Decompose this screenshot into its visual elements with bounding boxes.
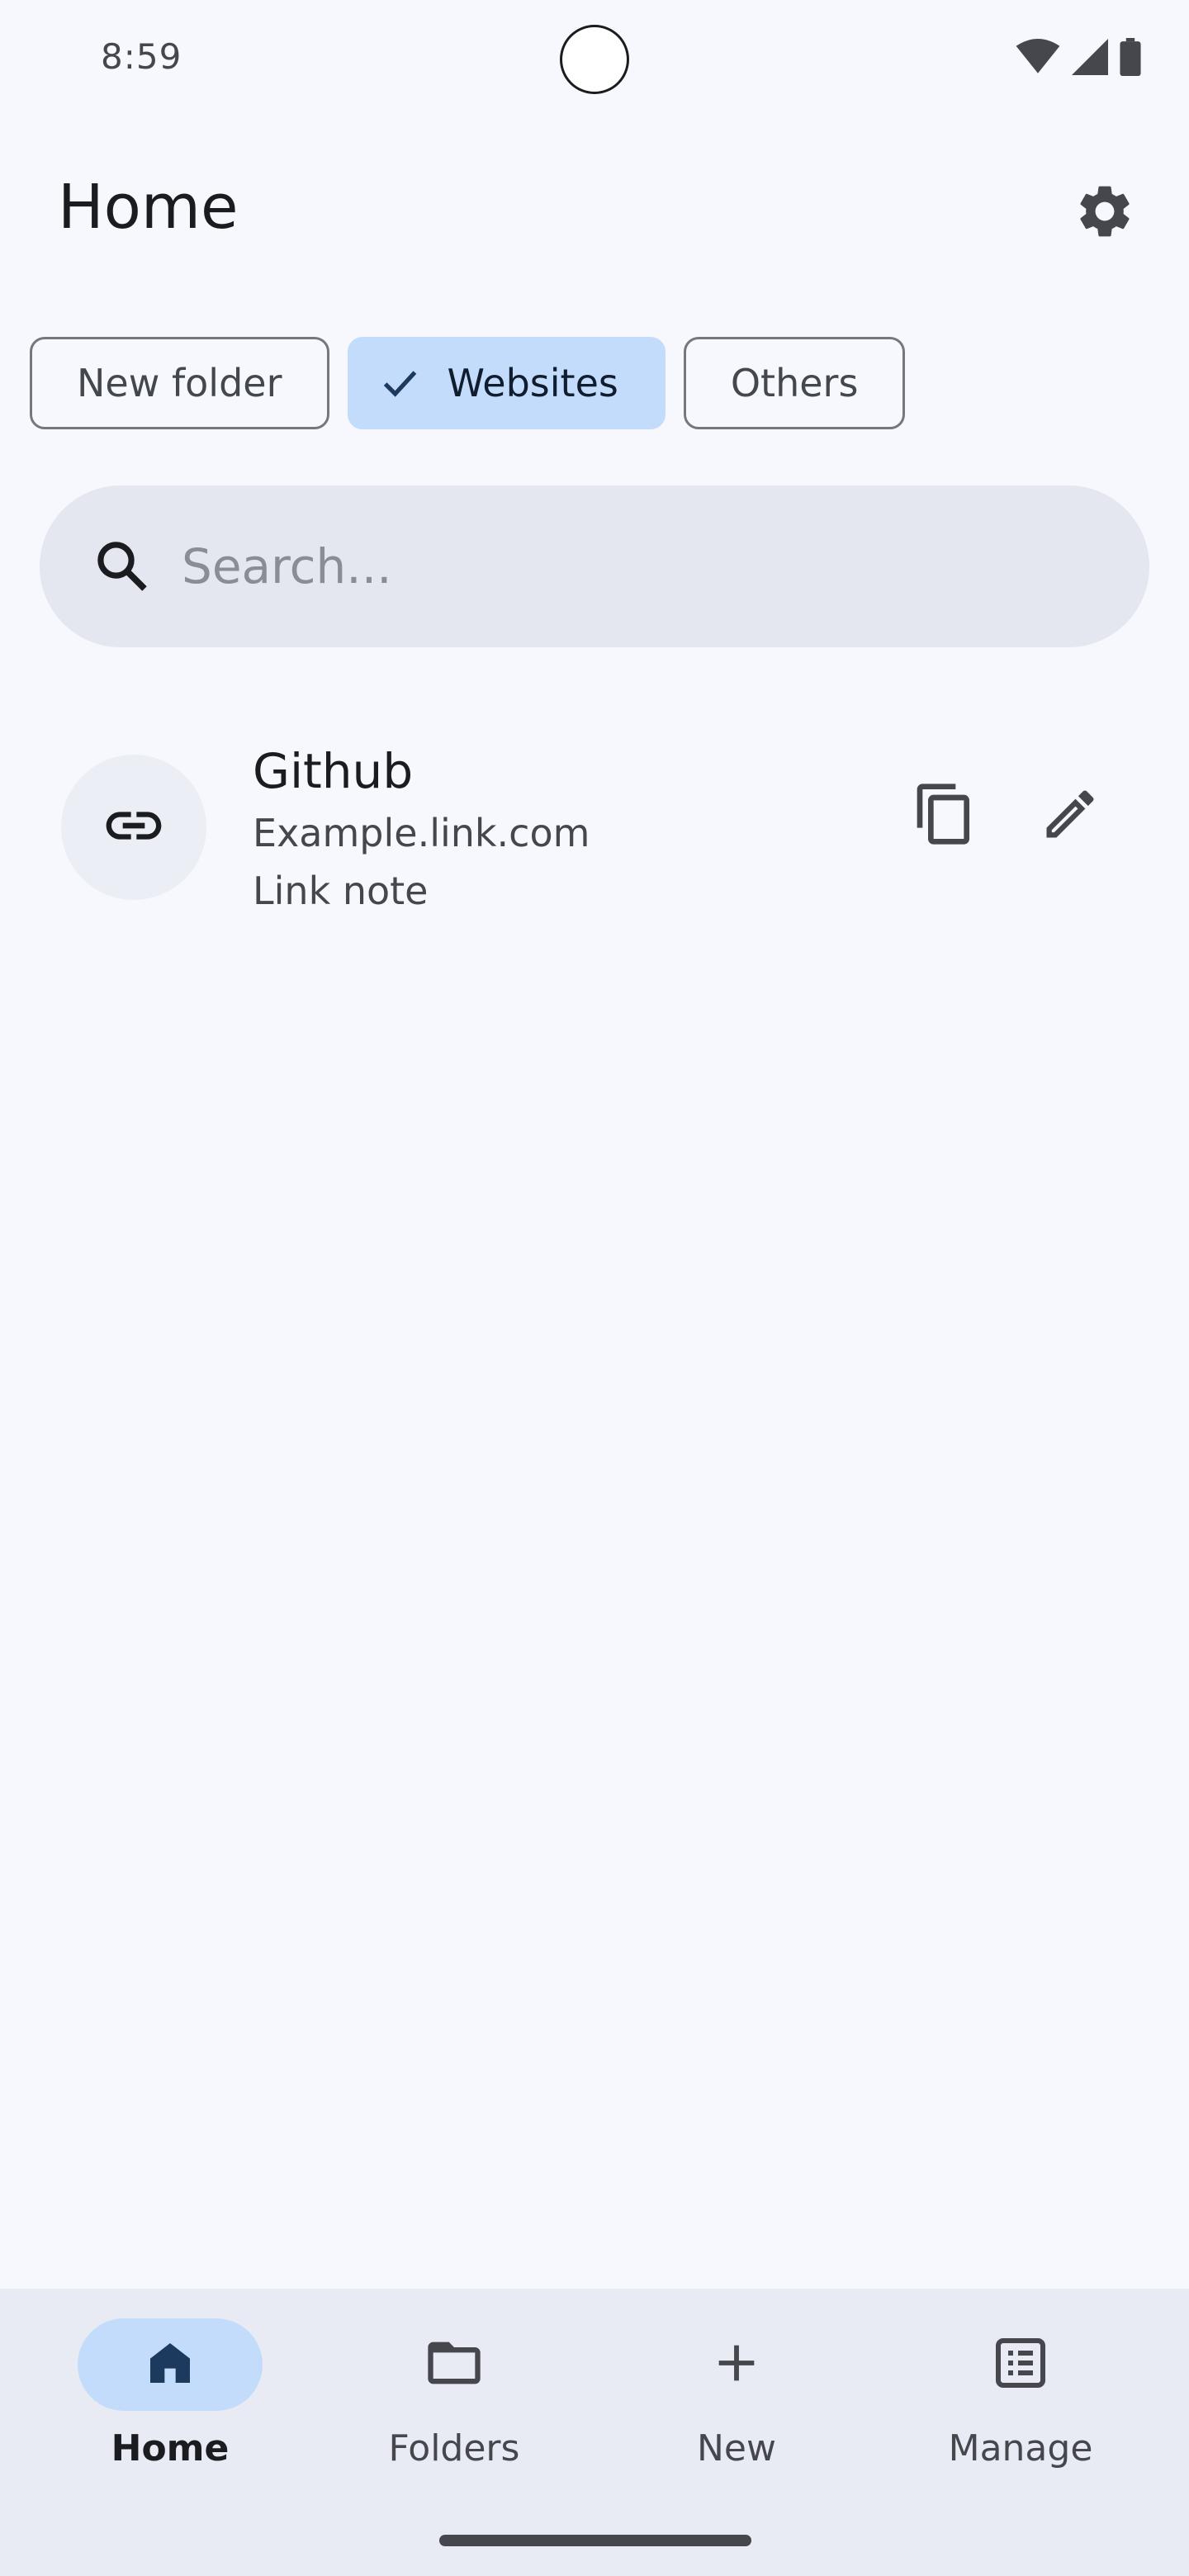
nav-label: Folders [388, 2427, 520, 2469]
home-icon [144, 2337, 197, 2393]
folder-icon [423, 2332, 486, 2398]
wifi-icon [1016, 39, 1060, 75]
nav-item-new[interactable]: New [613, 2318, 860, 2469]
check-icon [378, 360, 424, 406]
copy-button[interactable] [907, 778, 983, 854]
search-bar[interactable] [40, 485, 1149, 647]
pencil-icon [1039, 783, 1101, 849]
battery-icon [1120, 38, 1141, 76]
copy-icon [912, 781, 978, 850]
link-note: Link note [253, 869, 429, 913]
nav-indicator [362, 2318, 547, 2411]
nav-label: New [697, 2427, 776, 2469]
chip-websites[interactable]: Websites [347, 337, 666, 429]
nav-item-folders[interactable]: Folders [330, 2318, 578, 2469]
screen: 8:59 Home New folder Websites Others Sea… [0, 0, 1189, 2576]
link-title: Github [253, 743, 414, 799]
gear-icon [1073, 180, 1136, 246]
search-icon [92, 533, 159, 599]
nav-item-home[interactable]: Home [46, 2318, 294, 2469]
list-item[interactable]: Github Example.link.com Link note [0, 727, 1189, 925]
status-icons [1016, 38, 1141, 76]
nav-label: Manage [948, 2427, 1093, 2469]
search-input[interactable] [182, 538, 1007, 594]
link-avatar [61, 755, 206, 900]
nav-indicator [78, 2318, 263, 2411]
bottom-navigation: Home Folders New Manage [0, 2289, 1189, 2576]
camera-cutout [560, 25, 629, 94]
chip-label: Others [730, 361, 859, 405]
link-url: Example.link.com [253, 811, 590, 855]
chip-label: Websites [447, 361, 618, 405]
chip-new-folder[interactable]: New folder [30, 337, 329, 429]
gesture-handle[interactable] [439, 2535, 751, 2546]
edit-button[interactable] [1032, 778, 1108, 854]
plus-icon [710, 2337, 763, 2393]
list-icon [991, 2333, 1050, 2396]
signal-icon [1072, 39, 1108, 75]
status-time: 8:59 [101, 36, 182, 77]
nav-item-manage[interactable]: Manage [897, 2318, 1144, 2469]
nav-label: Home [111, 2427, 230, 2469]
filter-chips: New folder Websites Others [30, 337, 906, 429]
chip-label: New folder [77, 361, 282, 405]
settings-button[interactable] [1063, 172, 1146, 254]
nav-indicator [644, 2318, 829, 2411]
link-icon [101, 793, 167, 862]
nav-indicator [928, 2318, 1113, 2411]
status-bar: 8:59 [0, 0, 1189, 116]
page-title: Home [58, 172, 239, 243]
chip-others[interactable]: Others [683, 337, 906, 429]
